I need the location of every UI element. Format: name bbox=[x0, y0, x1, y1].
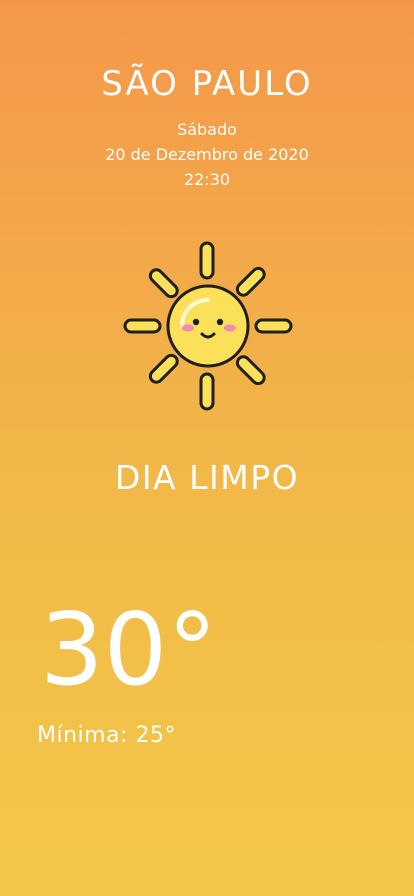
date: 20 de Dezembro de 2020 bbox=[105, 145, 309, 164]
weekday: Sábado bbox=[177, 120, 237, 139]
weather-condition: DIA LIMPO bbox=[114, 458, 300, 497]
sun-icon bbox=[120, 238, 296, 414]
current-temperature: 30° bbox=[40, 591, 218, 708]
time: 22:30 bbox=[183, 170, 231, 189]
city-name: SÃO PAULO bbox=[101, 64, 313, 104]
minimum-temperature: Mínima: 25° bbox=[37, 723, 176, 748]
